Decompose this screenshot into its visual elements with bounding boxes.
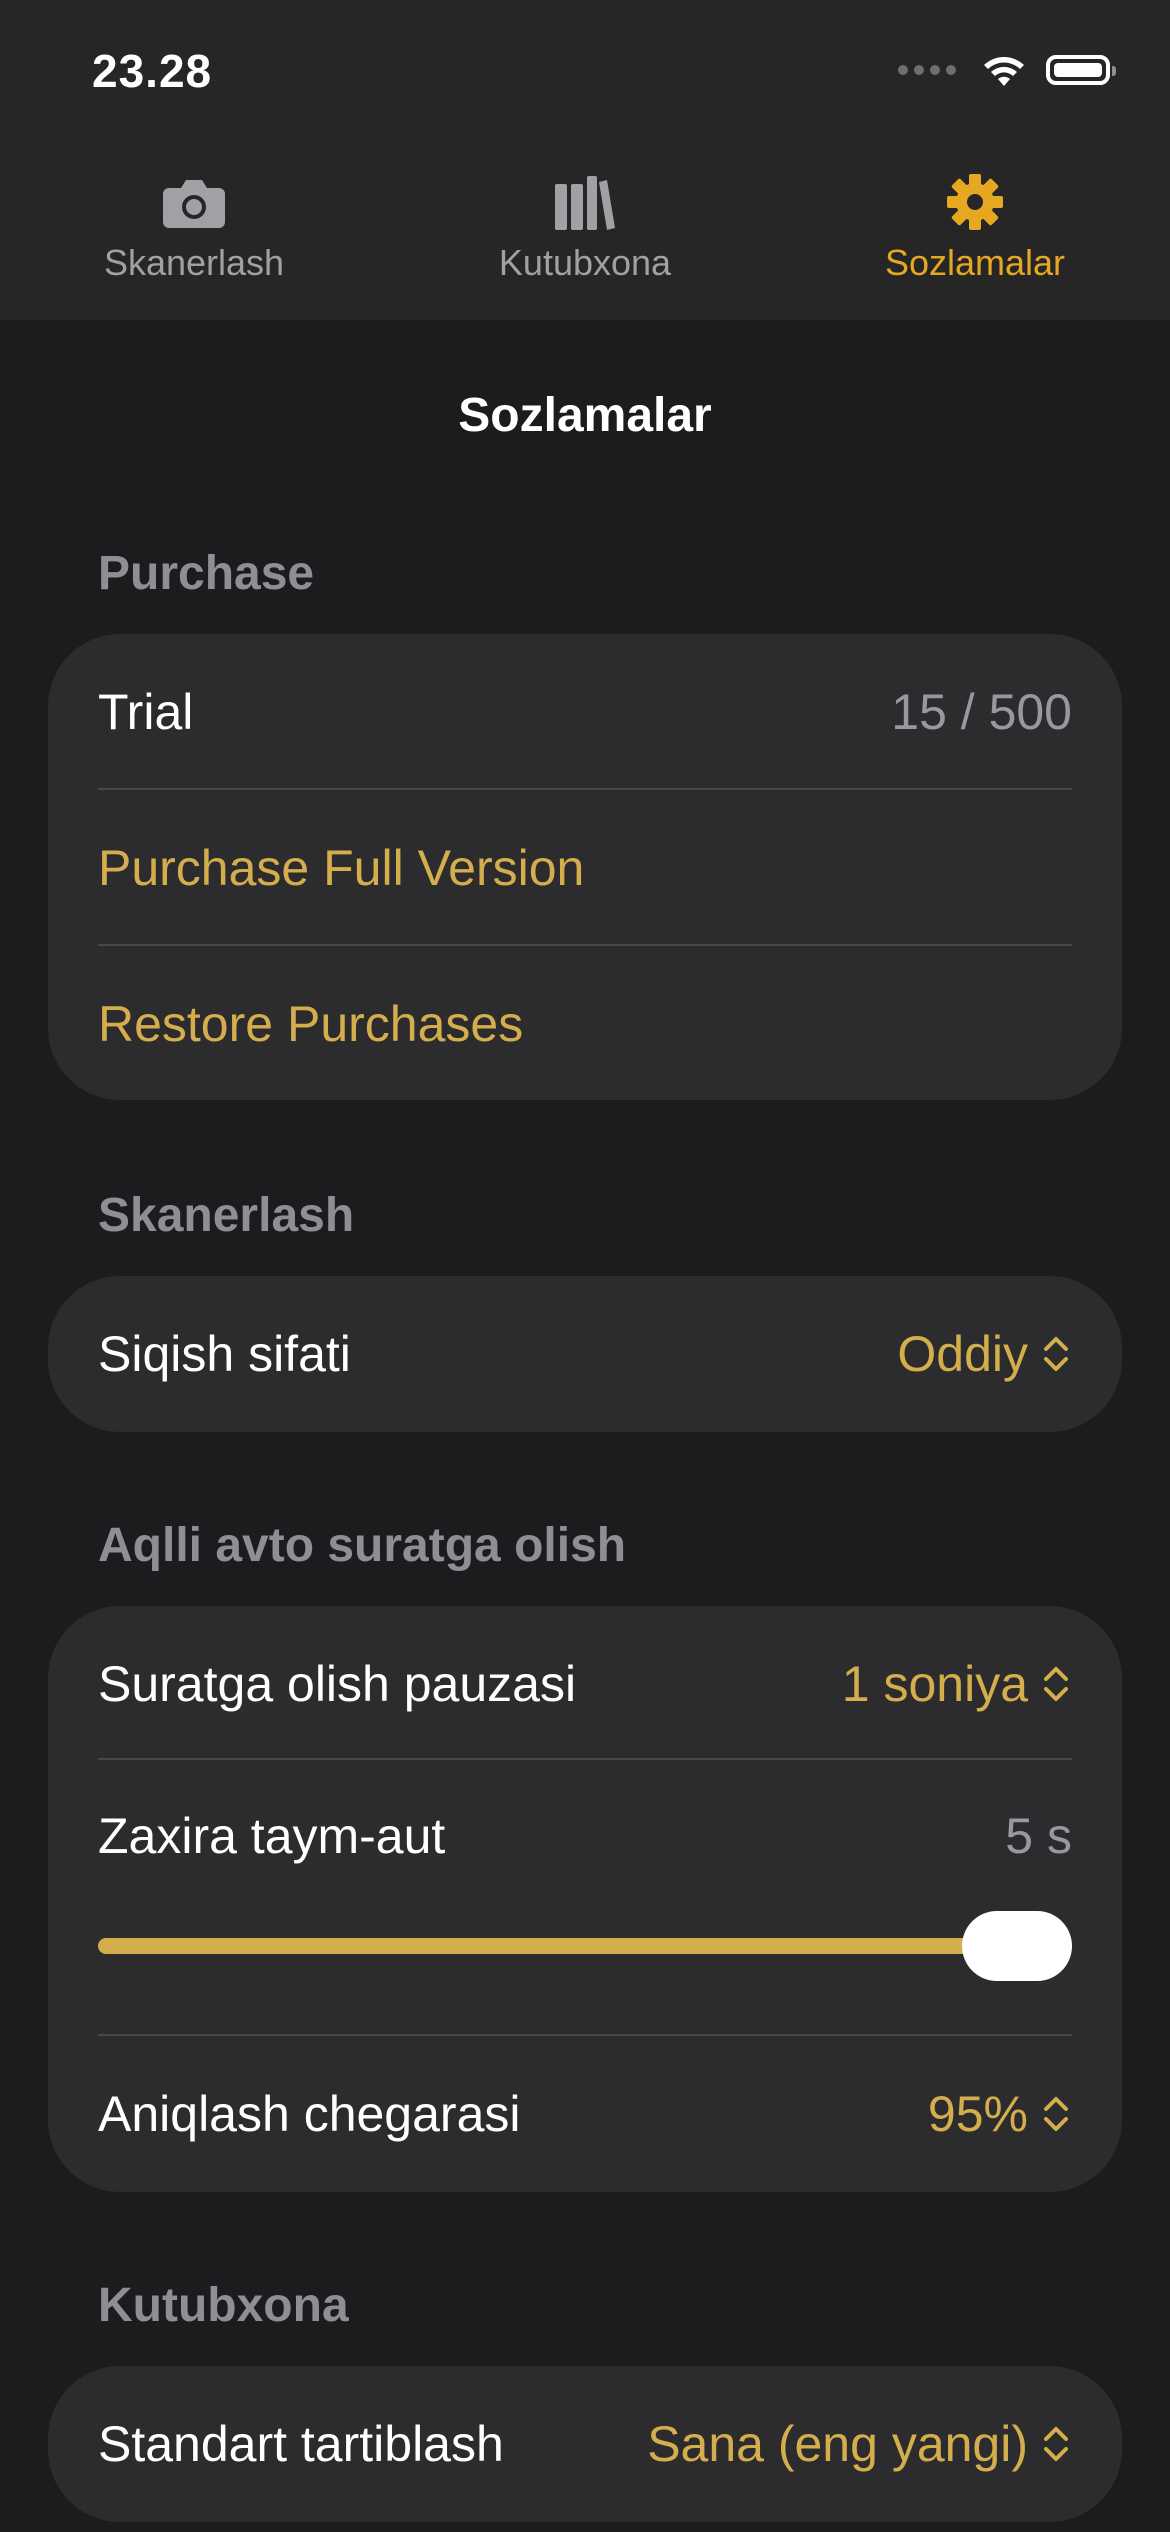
- chevron-up-down-icon: [1044, 2097, 1068, 2131]
- backup-timeout-label: Zaxira taym-aut: [98, 1808, 446, 1864]
- divider: [98, 788, 1072, 790]
- purchase-card: Trial 15 / 500 Purchase Full Version Res…: [48, 634, 1122, 1100]
- status-time: 23.28: [92, 45, 213, 97]
- restore-purchases-button[interactable]: Restore Purchases: [98, 994, 1072, 1054]
- divider: [98, 944, 1072, 946]
- detection-threshold-row[interactable]: Aniqlash chegarasi 95%: [98, 2084, 1072, 2144]
- tab-label: Sozlamalar: [884, 242, 1066, 283]
- trial-count: 15 / 500: [891, 684, 1072, 740]
- tab-bar: Skanerlash Kutubxona Sozlamalar: [0, 170, 1170, 300]
- trial-label: Trial: [98, 684, 194, 740]
- cellular-signal-icon: [898, 65, 956, 75]
- divider: [98, 2034, 1072, 2036]
- tab-sozlamalar[interactable]: Sozlamalar: [845, 170, 1105, 284]
- section-header-smart-capture: Aqlli avto suratga olish: [98, 1519, 627, 1572]
- detection-threshold-picker[interactable]: 95%: [928, 2085, 1072, 2143]
- battery-icon: [1046, 55, 1116, 85]
- capture-pause-row[interactable]: Suratga olish pauzasi 1 soniya: [98, 1654, 1072, 1714]
- top-bar: 23.28 Skanerlash Kutubxona Sozlamalar: [0, 0, 1170, 320]
- slider-thumb[interactable]: [962, 1911, 1072, 1981]
- tab-skanerlash[interactable]: Skanerlash: [64, 170, 324, 284]
- backup-timeout-row: Zaxira taym-aut 5 s: [98, 1806, 1072, 1866]
- section-header-scanning: Skanerlash: [98, 1189, 355, 1242]
- purchase-full-version-button[interactable]: Purchase Full Version: [98, 838, 1072, 898]
- detection-threshold-value: 95%: [927, 2086, 1028, 2142]
- page-title: Sozlamalar: [458, 389, 712, 442]
- trial-row: Trial 15 / 500: [98, 682, 1072, 742]
- default-sort-row[interactable]: Standart tartiblash Sana (eng yangi): [98, 2414, 1072, 2474]
- status-icons: [898, 52, 1116, 88]
- chevron-up-down-icon: [1044, 2427, 1068, 2461]
- purchase-full-version-label: Purchase Full Version: [98, 840, 585, 896]
- default-sort-value: Sana (eng yangi): [647, 2416, 1028, 2472]
- compression-quality-row[interactable]: Siqish sifati Oddiy: [98, 1324, 1072, 1384]
- compression-quality-value: Oddiy: [897, 1326, 1028, 1382]
- scanning-card: Siqish sifati Oddiy: [48, 1276, 1122, 1432]
- wifi-icon: [984, 57, 1024, 86]
- tab-label: Kutubxona: [498, 242, 672, 283]
- detection-threshold-label: Aniqlash chegarasi: [98, 2086, 521, 2142]
- compression-quality-picker[interactable]: Oddiy: [897, 1325, 1072, 1383]
- restore-purchases-label: Restore Purchases: [98, 996, 524, 1052]
- compression-quality-label: Siqish sifati: [98, 1326, 351, 1382]
- library-icon: [555, 176, 615, 230]
- divider: [98, 1758, 1072, 1760]
- backup-timeout-value: 5 s: [1005, 1808, 1072, 1864]
- section-header-library: Kutubxona: [98, 2279, 349, 2332]
- chevron-up-down-icon: [1044, 1337, 1068, 1371]
- capture-pause-label: Suratga olish pauzasi: [98, 1656, 577, 1712]
- section-header-purchase: Purchase: [98, 547, 315, 600]
- chevron-up-down-icon: [1044, 1667, 1068, 1701]
- camera-icon: [163, 180, 225, 228]
- capture-pause-picker[interactable]: 1 soniya: [842, 1655, 1072, 1713]
- library-card: Standart tartiblash Sana (eng yangi): [48, 2366, 1122, 2522]
- tab-label: Skanerlash: [103, 242, 285, 283]
- default-sort-picker[interactable]: Sana (eng yangi): [647, 2415, 1072, 2473]
- smart-capture-card: Suratga olish pauzasi 1 soniya Zaxira ta…: [48, 1606, 1122, 2192]
- tab-kutubxona[interactable]: Kutubxona: [455, 170, 715, 284]
- capture-pause-value: 1 soniya: [841, 1656, 1028, 1712]
- slider-track: [98, 1938, 1072, 1954]
- gear-icon: [947, 174, 1003, 230]
- backup-timeout-slider[interactable]: [98, 1911, 1072, 1981]
- default-sort-label: Standart tartiblash: [98, 2416, 504, 2472]
- settings-screen: 23.28 Skanerlash Kutubxona Sozlamalar So…: [0, 0, 1170, 2532]
